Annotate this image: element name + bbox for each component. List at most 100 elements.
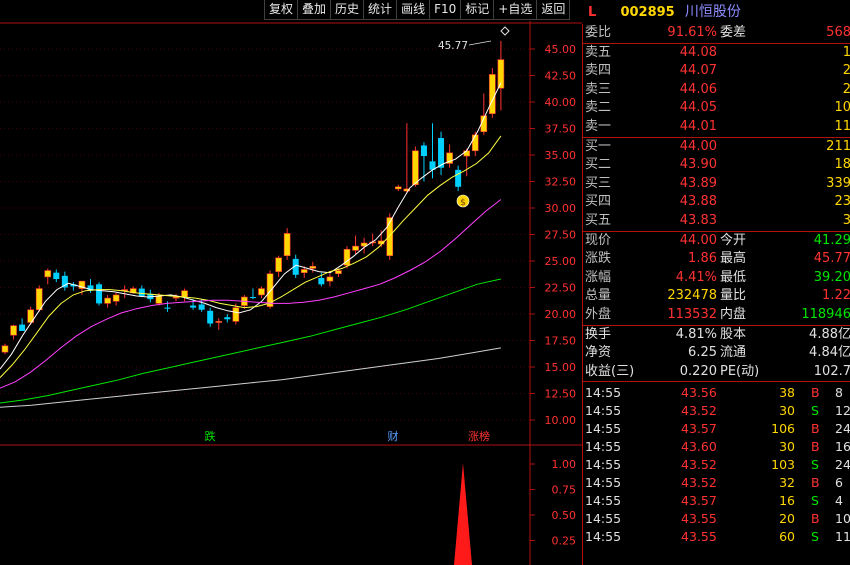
candle-body-down bbox=[420, 145, 427, 157]
tick-volume: 30 bbox=[779, 403, 795, 419]
price-tick-label: 27.50 bbox=[545, 229, 577, 242]
toolbar-button-5[interactable]: F10 bbox=[429, 0, 462, 20]
toolbar-button-7[interactable]: +自选 bbox=[493, 0, 538, 20]
buy-price: 43.90 bbox=[679, 157, 717, 173]
tick-side: B bbox=[811, 421, 820, 437]
info-value-2: 4.88亿 bbox=[809, 326, 850, 342]
stat-value-2: 41.29 bbox=[813, 232, 850, 248]
weicha-value: 568 bbox=[826, 25, 850, 40]
stat-value-2: 39.20 bbox=[813, 269, 850, 285]
toolbar-button-0[interactable]: 复权 bbox=[264, 0, 299, 20]
sell-volume: 11 bbox=[834, 118, 850, 134]
weibi-label: 委比 bbox=[585, 25, 612, 40]
stat-label-2: 最低 bbox=[720, 269, 747, 285]
info-row: 收益(三) 0.220 PE(动) 102.7 bbox=[583, 363, 850, 382]
tick-price: 43.55 bbox=[681, 529, 717, 545]
stock-name[interactable]: 川恒股份 bbox=[685, 4, 741, 20]
candle-body-down bbox=[438, 138, 445, 168]
buy-volume: 211 bbox=[826, 138, 850, 154]
weicha-label: 委差 bbox=[720, 25, 747, 40]
tick-time: 14:55 bbox=[585, 385, 622, 401]
tick-price: 43.57 bbox=[681, 421, 717, 437]
toolbar-button-6[interactable]: 标记 bbox=[460, 0, 495, 20]
tick-side: S bbox=[811, 493, 819, 509]
buy-level-label: 买四 bbox=[585, 194, 612, 210]
stat-value: 44.00 bbox=[679, 232, 717, 248]
candle-body-up bbox=[35, 288, 43, 311]
tick-price: 43.57 bbox=[681, 493, 717, 509]
tick-volume: 38 bbox=[779, 385, 795, 401]
trade-tick-row: 14:55 43.55 20 B 10 bbox=[583, 510, 850, 528]
candle-body-up bbox=[394, 186, 402, 190]
candle-body-up bbox=[283, 233, 291, 257]
volume-spike bbox=[454, 463, 472, 565]
price-tick-label: 20.00 bbox=[545, 308, 577, 321]
candle-body-up bbox=[275, 257, 282, 272]
info-label-2: 流通 bbox=[720, 345, 747, 361]
sell-row: 卖四 44.07 2 bbox=[583, 62, 850, 81]
sell-row: 卖二 44.05 10 bbox=[583, 99, 850, 118]
sell-row: 卖五 44.08 1 bbox=[583, 42, 850, 63]
tick-count: 10 bbox=[835, 511, 850, 527]
info-label: 收益(三) bbox=[585, 363, 635, 379]
candle-body-up bbox=[181, 290, 188, 298]
candle-body-up bbox=[232, 307, 240, 322]
toolbar-button-3[interactable]: 统计 bbox=[363, 0, 398, 20]
candle-body-up bbox=[112, 294, 120, 302]
sell-price: 44.07 bbox=[679, 63, 717, 79]
info-value-2: 4.84亿 bbox=[809, 345, 850, 361]
trade-tick-row: 14:55 43.57 106 B 24 bbox=[583, 420, 850, 438]
sell-price: 44.01 bbox=[679, 118, 717, 134]
stat-value-2: 1.22 bbox=[822, 288, 850, 304]
candle-body-down bbox=[249, 297, 256, 299]
trade-tick-row: 14:55 43.56 38 B 8 bbox=[583, 384, 850, 402]
buy-row: 买四 43.88 23 bbox=[583, 193, 850, 212]
toolbar-button-1[interactable]: 叠加 bbox=[297, 0, 332, 20]
stat-label: 外盘 bbox=[585, 306, 612, 322]
stat-value-2: 45.77 bbox=[813, 251, 850, 267]
buy-volume: 23 bbox=[834, 194, 850, 210]
buy-row: 买二 43.90 18 bbox=[583, 156, 850, 175]
candle-body-down bbox=[224, 317, 231, 320]
candle-body-up bbox=[155, 295, 163, 304]
price-tick-label: 45.00 bbox=[545, 43, 577, 56]
price-tick-label: 37.50 bbox=[545, 123, 577, 136]
buy-price: 43.89 bbox=[679, 175, 717, 191]
candle-body-up bbox=[300, 269, 308, 273]
candle-body-down bbox=[164, 307, 171, 309]
stat-value-2: 118946 bbox=[801, 306, 850, 322]
candle-body-down bbox=[198, 304, 205, 310]
tick-price: 43.55 bbox=[681, 511, 717, 527]
info-row: 换手 4.81% 股本 4.88亿 bbox=[583, 324, 850, 345]
stat-row: 外盘 113532 内盘 118946 bbox=[583, 306, 850, 325]
tick-time: 14:55 bbox=[585, 403, 622, 419]
toolbar-button-8[interactable]: 返回 bbox=[536, 0, 571, 20]
candle-body-up bbox=[44, 270, 52, 278]
price-tick-label: 32.50 bbox=[545, 176, 577, 189]
tick-time: 14:55 bbox=[585, 475, 622, 491]
stat-value: 232478 bbox=[667, 288, 717, 304]
volume-tick-label: 0.25 bbox=[552, 535, 577, 548]
info-label-2: 股本 bbox=[720, 326, 747, 342]
tick-side: S bbox=[811, 403, 819, 419]
tick-count: 24 bbox=[835, 421, 850, 437]
buy-row: 买五 43.83 3 bbox=[583, 212, 850, 231]
toolbar-button-2[interactable]: 历史 bbox=[330, 0, 365, 20]
tick-count: 24 bbox=[835, 457, 850, 473]
info-label: 净资 bbox=[585, 345, 612, 361]
stat-label-2: 量比 bbox=[720, 288, 747, 304]
stock-code: 002895 bbox=[620, 5, 675, 20]
event-marker: 涨榜 bbox=[468, 429, 490, 443]
tick-volume: 16 bbox=[779, 493, 795, 509]
tick-volume: 20 bbox=[779, 511, 795, 527]
candle-body-down bbox=[207, 310, 214, 324]
toolbar-button-4[interactable]: 画线 bbox=[396, 0, 431, 20]
tick-volume: 106 bbox=[771, 421, 795, 437]
tick-volume: 60 bbox=[779, 529, 795, 545]
kline-chart[interactable]: 45.00 42.50 40.00 37.50 35.00 32.50 30.00 27.50… bbox=[0, 21, 582, 565]
sell-level-label: 卖四 bbox=[585, 63, 612, 79]
volume-tick-label: 0.75 bbox=[552, 484, 577, 497]
buy-volume: 339 bbox=[826, 175, 850, 191]
price-tick-label: 30.00 bbox=[545, 202, 577, 215]
money-bag-glyph: $ bbox=[460, 198, 466, 208]
